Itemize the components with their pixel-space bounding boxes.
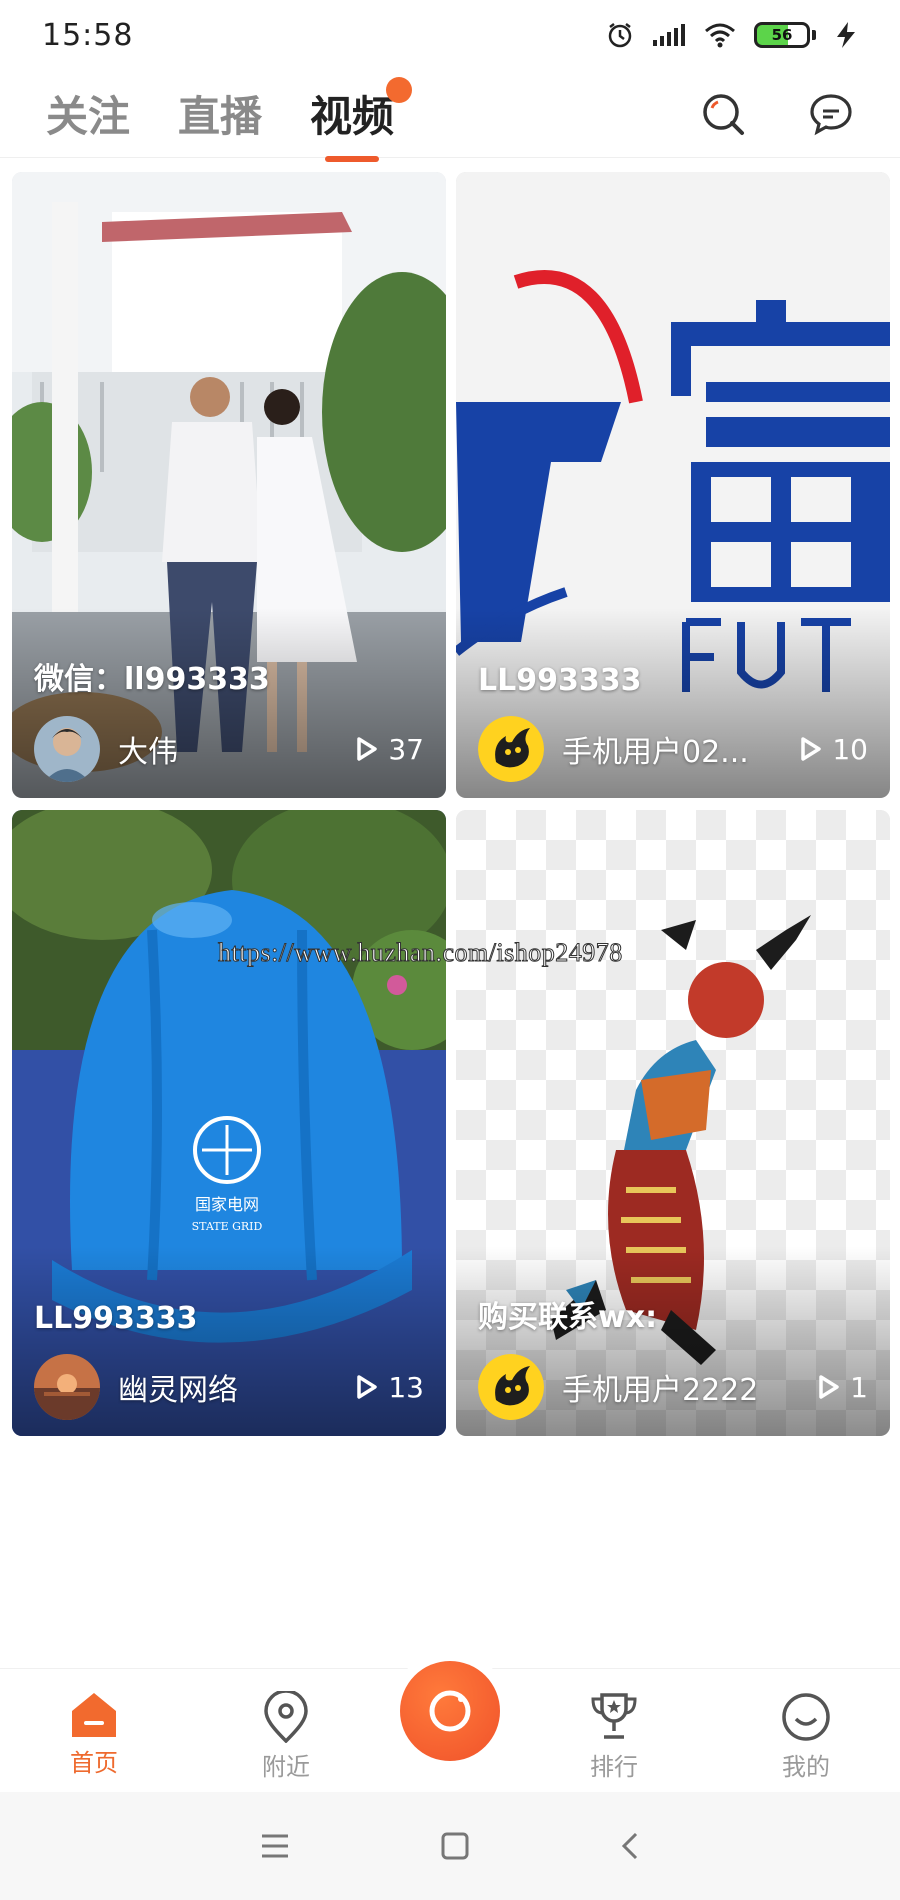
bottom-tab-bar: 首页 附近 排行 我的 (0, 1661, 900, 1792)
wifi-icon (705, 23, 735, 48)
tab-follow[interactable]: 关注 (46, 83, 130, 144)
battery-icon: 56 (754, 22, 816, 48)
svg-text:STATE GRID: STATE GRID (192, 1220, 263, 1233)
play-icon (357, 737, 378, 761)
video-grid: 微信：ll993333 大伟 37 LL993333 手机用户02... 10 … (12, 172, 890, 1436)
card-footer: 手机用户2222 1 (478, 1352, 868, 1422)
author-name: 幽灵网络 (118, 1373, 238, 1408)
tab-ranking[interactable]: 排行 (554, 1691, 674, 1782)
tab-home[interactable]: 首页 (34, 1691, 154, 1778)
view-count: 13 (356, 1371, 424, 1404)
location-icon (264, 1691, 308, 1743)
message-icon[interactable] (808, 91, 854, 137)
charging-icon (837, 22, 855, 48)
top-nav: 关注 直播 视频 (0, 70, 900, 162)
video-card[interactable]: 购买联系wx: 手机用户2222 1 (456, 810, 890, 1436)
play-icon (357, 1375, 378, 1399)
author-name: 手机用户2222 (562, 1373, 759, 1408)
tab-nearby[interactable]: 附近 (226, 1691, 346, 1782)
card-footer: 幽灵网络 13 (34, 1352, 424, 1422)
photo-avatar[interactable] (34, 716, 100, 782)
svg-text:国家电网: 国家电网 (195, 1195, 259, 1214)
video-card[interactable]: 国家电网 STATE GRID LL993333 幽灵网络 13 (12, 810, 446, 1436)
video-title: 购买联系wx: (478, 1300, 658, 1335)
tab-video[interactable]: 视频 (310, 77, 413, 162)
home-square-icon[interactable] (440, 1831, 470, 1861)
play-icon (819, 1375, 839, 1399)
back-icon[interactable] (620, 1831, 640, 1861)
camera-button[interactable] (400, 1661, 500, 1761)
play-icon (801, 737, 822, 761)
nav-actions (700, 91, 854, 137)
camera-icon (429, 1690, 471, 1732)
tab-profile[interactable]: 我的 (746, 1691, 866, 1782)
sunset-avatar[interactable] (34, 1354, 100, 1420)
flame-avatar[interactable] (478, 716, 544, 782)
view-count: 1 (818, 1371, 868, 1404)
watermark-text: https://www.huzhan.com/ishop24978 (218, 938, 623, 968)
menu-icon[interactable] (260, 1833, 290, 1859)
author-name: 手机用户02... (562, 735, 749, 770)
status-bar: 15:58 56 (0, 0, 900, 70)
flame-avatar[interactable] (478, 1354, 544, 1420)
author-name: 大伟 (118, 735, 178, 770)
card-footer: 大伟 37 (34, 714, 424, 784)
card-footer: 手机用户02... 10 (478, 714, 868, 784)
video-title: LL993333 (34, 1301, 198, 1336)
system-nav-bar (0, 1792, 900, 1900)
view-count: 10 (800, 733, 868, 766)
tab-live[interactable]: 直播 (178, 83, 262, 144)
profile-icon (782, 1693, 830, 1741)
video-card[interactable]: LL993333 手机用户02... 10 (456, 172, 890, 798)
home-icon (72, 1693, 116, 1737)
battery-level: 56 (771, 26, 793, 44)
video-title: 微信：ll993333 (34, 662, 270, 697)
trophy-icon (591, 1693, 637, 1739)
status-icons: 56 (606, 21, 858, 49)
signal-icon (653, 24, 685, 46)
status-time: 15:58 (42, 17, 134, 53)
alarm-icon (608, 23, 632, 48)
video-title: LL993333 (478, 663, 642, 698)
active-tab-indicator (325, 156, 380, 162)
view-count: 37 (356, 733, 424, 766)
search-icon[interactable] (700, 91, 746, 137)
notification-dot (386, 77, 413, 103)
video-card[interactable]: 微信：ll993333 大伟 37 (12, 172, 446, 798)
